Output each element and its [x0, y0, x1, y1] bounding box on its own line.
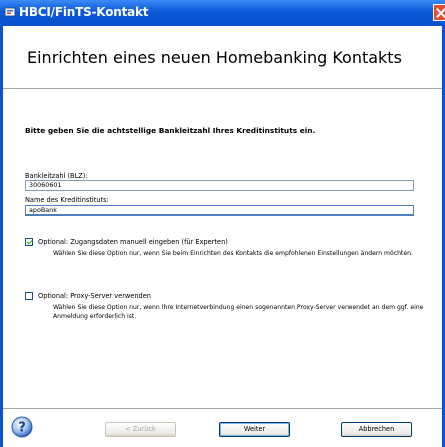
- window-app-icon: [4, 7, 16, 17]
- help-icon[interactable]: ?: [11, 416, 33, 438]
- proxy-server-label[interactable]: Optional: Proxy-Server verwenden: [38, 292, 151, 300]
- dialog-window: HBCI/FinTS-Kontakt Einrichten eines neue…: [0, 0, 445, 447]
- close-icon[interactable]: [433, 4, 445, 21]
- next-button[interactable]: Weiter: [219, 422, 290, 437]
- proxy-server-description: Wählen Sie diese Option nur, wenn Ihre I…: [53, 304, 424, 320]
- svg-text:?: ?: [18, 421, 26, 436]
- manual-credentials-checkbox[interactable]: [25, 238, 33, 246]
- bank-name-input[interactable]: apoBank: [25, 205, 414, 216]
- bank-name-label: Name des Kreditinstituts:: [25, 196, 109, 204]
- cancel-button[interactable]: Abbrechen: [341, 422, 412, 437]
- back-button[interactable]: < Zurück: [105, 422, 176, 437]
- footer-divider: [3, 408, 442, 409]
- dialog-header: Einrichten eines neuen Homebanking Konta…: [3, 26, 442, 89]
- window-title: HBCI/FinTS-Kontakt: [19, 5, 149, 19]
- blz-label: Bankleitzahl (BLZ):: [25, 172, 88, 180]
- title-bar[interactable]: HBCI/FinTS-Kontakt: [0, 0, 445, 26]
- instruction-text: Bitte geben Sie die achtstellige Banklei…: [25, 126, 316, 135]
- manual-credentials-description: Wählen Sie diese Option nur, wenn Sie be…: [53, 250, 413, 257]
- manual-credentials-label[interactable]: Optional: Zugangsdaten manuell eingeben …: [38, 238, 228, 246]
- blz-input[interactable]: 30060601: [25, 180, 414, 191]
- page-title: Einrichten eines neuen Homebanking Konta…: [27, 48, 402, 67]
- proxy-server-checkbox[interactable]: [25, 292, 33, 300]
